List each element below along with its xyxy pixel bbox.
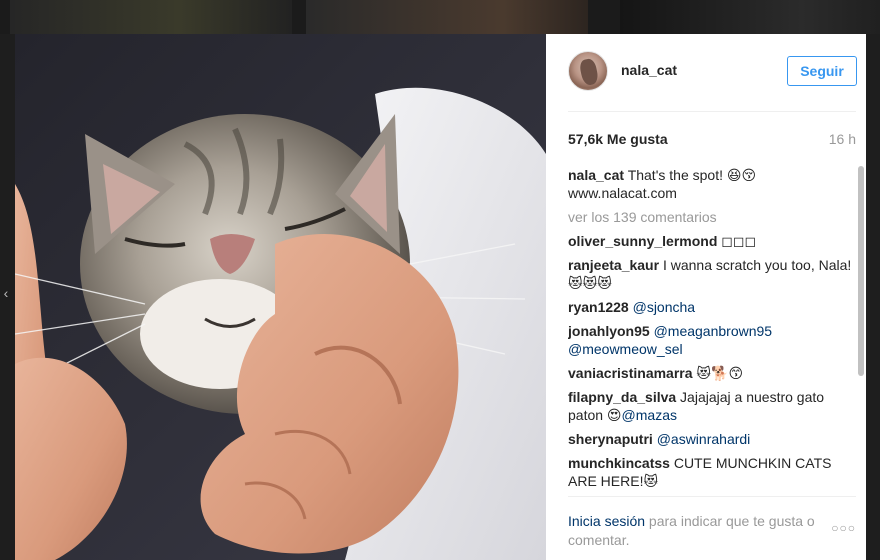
caption: nala_cat That's the spot! 😆😚 www.nalacat… bbox=[568, 166, 856, 202]
comment-username[interactable]: sherynaputri bbox=[568, 431, 653, 447]
caption-link: www.nalacat.com bbox=[568, 185, 677, 201]
likes-row: 57,6k Me gusta 16 h bbox=[568, 131, 856, 149]
more-options-icon[interactable]: ○○○ bbox=[831, 521, 856, 535]
login-prompt: Inicia sesión para indicar que te gusta … bbox=[568, 512, 823, 550]
avatar[interactable] bbox=[568, 51, 608, 91]
comment-username[interactable]: ryan1228 bbox=[568, 299, 629, 315]
comment-text: 😻🐕😙 bbox=[692, 365, 744, 381]
post-modal: nala_cat Seguir 57,6k Me gusta 16 h nala… bbox=[15, 34, 866, 560]
comment-username[interactable]: ranjeeta_kaur bbox=[568, 257, 659, 273]
background-feed-tile bbox=[620, 0, 880, 34]
comment-mention[interactable]: @mazas bbox=[622, 407, 677, 423]
comment-text: ◻◻◻ bbox=[717, 233, 757, 249]
caption-username[interactable]: nala_cat bbox=[568, 167, 624, 183]
comment-username[interactable]: vaniacristinamarra bbox=[568, 365, 693, 381]
caption-text: That's the spot! 😆😚 bbox=[627, 167, 757, 183]
previous-post-arrow-icon[interactable]: ‹ bbox=[0, 280, 12, 306]
background-feed-tile bbox=[306, 0, 588, 34]
comment-username[interactable]: filapny_da_silva bbox=[568, 389, 676, 405]
post-footer: Inicia sesión para indicar que te gusta … bbox=[568, 496, 856, 560]
likes-count[interactable]: 57,6k Me gusta bbox=[568, 131, 668, 147]
list-item: vaniacristinamarra 😻🐕😙 bbox=[568, 364, 856, 382]
comment-username[interactable]: oliver_sunny_lermond bbox=[568, 233, 717, 249]
list-item: oliver_sunny_lermond ◻◻◻ bbox=[568, 232, 856, 250]
comment-username[interactable]: munchkincatss bbox=[568, 455, 670, 471]
list-item: filapny_da_silva Jajajajaj a nuestro gat… bbox=[568, 388, 856, 424]
comments-scrollbar[interactable] bbox=[858, 166, 864, 496]
post-timestamp: 16 h bbox=[828, 131, 856, 147]
scrollbar-thumb[interactable] bbox=[858, 166, 864, 376]
login-link[interactable]: Inicia sesión bbox=[568, 513, 645, 529]
follow-button[interactable]: Seguir bbox=[787, 56, 857, 86]
comment-username[interactable]: jonahlyon95 bbox=[568, 323, 650, 339]
list-item: sherynaputri @aswinrahardi bbox=[568, 430, 856, 448]
comment-mention[interactable]: @sjoncha bbox=[633, 299, 695, 315]
background-feed-tile bbox=[10, 0, 292, 34]
post-photo bbox=[15, 34, 546, 560]
post-username[interactable]: nala_cat bbox=[621, 62, 677, 78]
list-item: ryan1228 @sjoncha bbox=[568, 298, 856, 316]
overlay-right bbox=[866, 34, 880, 560]
list-item: ranjeeta_kaur I wanna scratch you too, N… bbox=[568, 256, 856, 292]
cat-photo-image bbox=[15, 34, 546, 560]
list-item: jonahlyon95 @meaganbrown95 @meowmeow_sel bbox=[568, 322, 856, 358]
post-details-panel: nala_cat Seguir 57,6k Me gusta 16 h nala… bbox=[546, 34, 866, 560]
comment-mention[interactable]: @aswinrahardi bbox=[657, 431, 751, 447]
load-more-comments-link[interactable]: ver los 139 comentarios bbox=[568, 208, 856, 226]
comments-list: nala_cat That's the spot! 😆😚 www.nalacat… bbox=[568, 166, 856, 496]
list-item: munchkincatss CUTE MUNCHKIN CATS ARE HER… bbox=[568, 454, 856, 490]
post-header: nala_cat Seguir bbox=[568, 34, 857, 112]
